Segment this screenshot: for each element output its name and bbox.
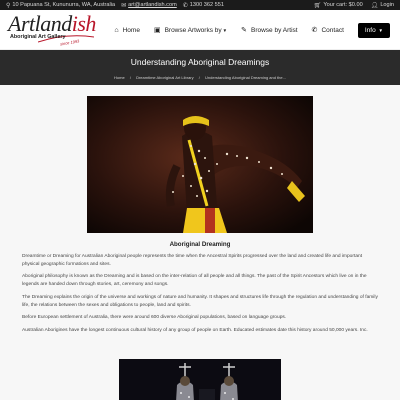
image-icon: ▣ [153, 27, 161, 34]
page-title: Understanding Aboriginal Dreamings [130, 57, 270, 67]
phone-item[interactable]: ✆ 1300 362 551 [183, 2, 224, 9]
map-pin-icon: ⚲ [6, 2, 11, 9]
nav-browse-artworks-label: Browse Artworks by [164, 26, 222, 34]
breadcrumb-separator: / [198, 75, 200, 80]
dancer-photo-image [87, 96, 313, 233]
brush-icon: ✎ [241, 27, 247, 34]
nav-info-label: Info [364, 26, 376, 34]
article-paragraph: Australian Aborigines have the longest c… [22, 327, 368, 333]
article-paragraph: The Dreaming explains the origin of the … [22, 294, 378, 308]
nav-browse-artist[interactable]: ✎ Browse by Artist [241, 26, 298, 35]
nav-info-button[interactable]: Info ▼ [357, 22, 390, 38]
user-icon: 👤︎ [370, 2, 379, 9]
email-item[interactable]: ✉ art@artlandish.com [121, 2, 177, 9]
breadcrumb-separator: / [129, 75, 131, 80]
logo-word-accent: ish [71, 11, 97, 36]
logo-word-main: Artland [8, 11, 72, 36]
mail-icon: ✉ [121, 2, 127, 9]
cart-link[interactable]: 🛒︎ Your cart: $0.00 [314, 2, 363, 9]
email-link[interactable]: art@artlandish.com [128, 2, 177, 8]
article-paragraph: Aboriginal philosophy is known as the Dr… [22, 274, 367, 288]
ceremony-photo-image [119, 358, 281, 400]
nav-contact[interactable]: ✆ Contact [311, 26, 344, 35]
login-text[interactable]: Login [380, 2, 394, 8]
article-paragraph: Before European settlement of Australia,… [22, 315, 287, 321]
address-item: ⚲ 10 Papuana St, Kununurra, WA, Australi… [6, 2, 115, 9]
page-title-bar: Understanding Aboriginal Dreamings Home … [0, 50, 400, 85]
dancer-photo [87, 96, 313, 233]
cart-text[interactable]: Your cart: $0.00 [323, 2, 362, 8]
phone-icon: ✆ [182, 2, 188, 9]
logo-tagline: Aboriginal Art Gallery [10, 34, 66, 40]
nav-home[interactable]: ⌂ Home [114, 27, 140, 34]
chevron-down-icon: ▼ [378, 27, 383, 33]
ceremony-photo [119, 358, 281, 400]
phone-icon: ✆ [311, 27, 318, 34]
breadcrumb: Home / Dreamtime Aboriginal Art Library … [0, 75, 400, 80]
login-link[interactable]: 👤︎ Login [371, 2, 394, 9]
top-bar-right: 🛒︎ Your cart: $0.00 👤︎ Login [306, 0, 394, 10]
article-heading: Aboriginal Dreaming [169, 241, 231, 248]
nav-browse-artist-label: Browse by Artist [250, 26, 298, 34]
home-icon: ⌂ [114, 26, 119, 34]
site-header: Artlandish Aboriginal Art Gallery since … [0, 10, 400, 50]
chevron-down-icon: ▼ [222, 27, 228, 33]
cart-icon: 🛒︎ [313, 2, 322, 9]
breadcrumb-library[interactable]: Dreamtime Aboriginal Art Library [136, 75, 194, 80]
nav-contact-label: Contact [321, 26, 344, 34]
breadcrumb-home[interactable]: Home [114, 75, 125, 80]
nav-browse-artworks[interactable]: ▣ Browse Artworks by ▼ [153, 26, 228, 35]
address-text: 10 Papuana St, Kununurra, WA, Australia [12, 2, 116, 8]
article-content: Aboriginal Dreaming Dreamtime or Dreamin… [0, 85, 400, 400]
nav-home-label: Home [122, 26, 140, 34]
logo-wordmark: Artlandish [8, 13, 96, 35]
breadcrumb-current: Understanding Aboriginal Dreaming and th… [205, 75, 286, 80]
top-bar: ⚲ 10 Papuana St, Kununurra, WA, Australi… [0, 0, 400, 10]
phone-text[interactable]: 1300 362 551 [190, 2, 224, 8]
site-logo[interactable]: Artlandish Aboriginal Art Gallery since … [8, 13, 96, 47]
main-nav: ⌂ Home ▣ Browse Artworks by ▼ ✎ Browse b… [100, 10, 390, 50]
article-paragraph: Dreamtime or Dreaming for Australian Abo… [22, 254, 363, 267]
